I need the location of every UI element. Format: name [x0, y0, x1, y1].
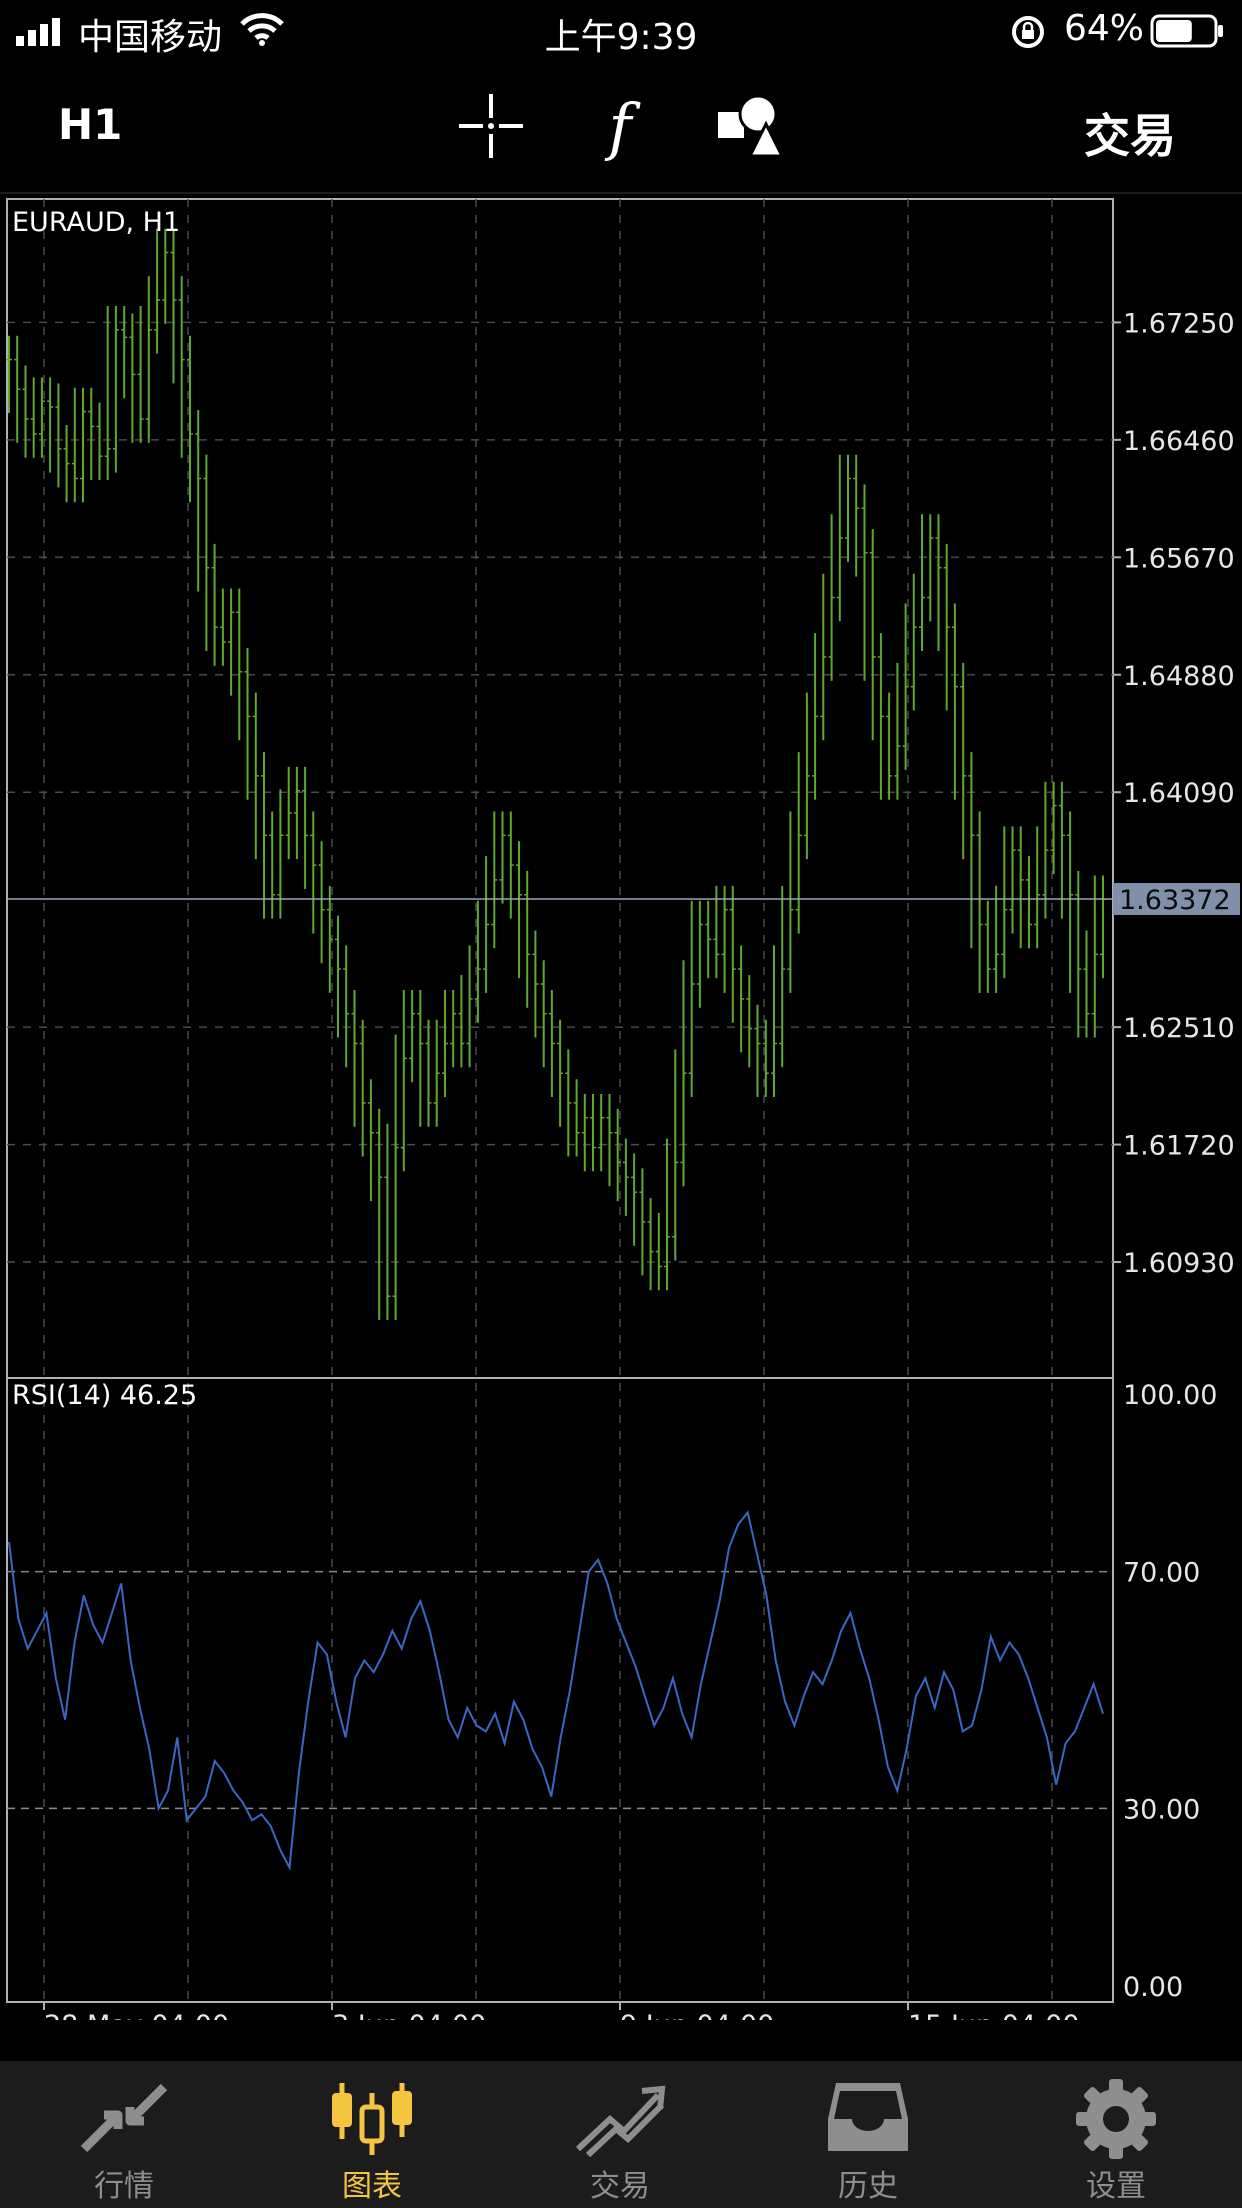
price-tick-label: 1.64090	[1123, 778, 1235, 809]
objects-icon[interactable]	[712, 90, 784, 162]
battery-percent: 64%	[1064, 8, 1145, 49]
battery-icon	[1150, 14, 1223, 48]
price-tick-label: 1.60930	[1123, 1248, 1235, 1279]
chart-area[interactable]: 1.67250 1.66460 1.65670 1.64880 1.64090 1.625…	[0, 190, 1242, 2020]
time-tick-label: 28 May 04:00	[44, 2010, 229, 2020]
status-bar: 中国移动 上午9:39 64%	[0, 0, 1242, 62]
tab-chart-label: 图表	[342, 2169, 402, 2204]
rsi-label: RSI(14) 46.25	[12, 1380, 197, 1411]
tab-chart[interactable]: 图表	[248, 2061, 496, 2208]
tab-settings[interactable]: 设置	[992, 2061, 1240, 2208]
time-tick-label: 15 Jun 04:00	[908, 2010, 1080, 2020]
tab-quotes[interactable]: 行情	[0, 2061, 248, 2208]
trade-trend-icon	[575, 2085, 666, 2158]
tab-settings-label: 设置	[1086, 2169, 1146, 2204]
price-tick-label: 1.64880	[1123, 661, 1235, 692]
time-tick-label: 3 Jun 04:00	[332, 2010, 486, 2020]
svg-text:f: f	[605, 90, 642, 162]
timeframe-button[interactable]: H1	[58, 100, 122, 149]
price-tick-label: 1.67250	[1123, 308, 1235, 339]
history-inbox-icon	[828, 2083, 908, 2151]
price-tick-label: 1.65670	[1123, 543, 1235, 574]
settings-gear-icon	[1076, 2079, 1156, 2159]
rsi-pane[interactable]	[6, 1377, 1114, 2003]
price-bars	[6, 228, 1106, 1320]
quotes-arrows-icon	[80, 2083, 168, 2153]
bottom-tab-bar: 行情 图表 交易 历史 设置	[0, 2061, 1242, 2208]
status-time: 上午9:39	[544, 17, 698, 58]
rotation-lock-icon	[1012, 16, 1044, 48]
symbol-label: EURAUD, H1	[12, 207, 180, 238]
rsi-tick-label: 100.00	[1123, 1380, 1217, 1411]
tab-trade-label: 交易	[590, 2169, 650, 2204]
rsi-line	[8, 1510, 1104, 1872]
price-tick-label: 1.61720	[1123, 1131, 1235, 1162]
current-price-label: 1.63372	[1119, 885, 1231, 916]
rsi-tick-label: 0.00	[1123, 1972, 1183, 2003]
tab-trade[interactable]: 交易	[496, 2061, 744, 2208]
trade-button[interactable]: 交易	[1084, 100, 1176, 166]
time-tick-label: 9 Jun 04:00	[620, 2010, 774, 2020]
price-tick-label: 1.66460	[1123, 426, 1235, 457]
price-tick-label: 1.62510	[1123, 1013, 1235, 1044]
tab-history-label: 历史	[838, 2169, 898, 2204]
function-icon[interactable]: f	[584, 90, 656, 162]
tab-history[interactable]: 历史	[744, 2061, 992, 2208]
crosshair-icon[interactable]	[455, 90, 527, 162]
rsi-tick-label: 30.00	[1123, 1794, 1200, 1825]
rsi-tick-label: 70.00	[1123, 1558, 1200, 1589]
chart-toolbar: H1 f 交易	[0, 62, 1242, 194]
tab-quotes-label: 行情	[94, 2169, 154, 2204]
chart-candles-icon	[332, 2083, 412, 2155]
